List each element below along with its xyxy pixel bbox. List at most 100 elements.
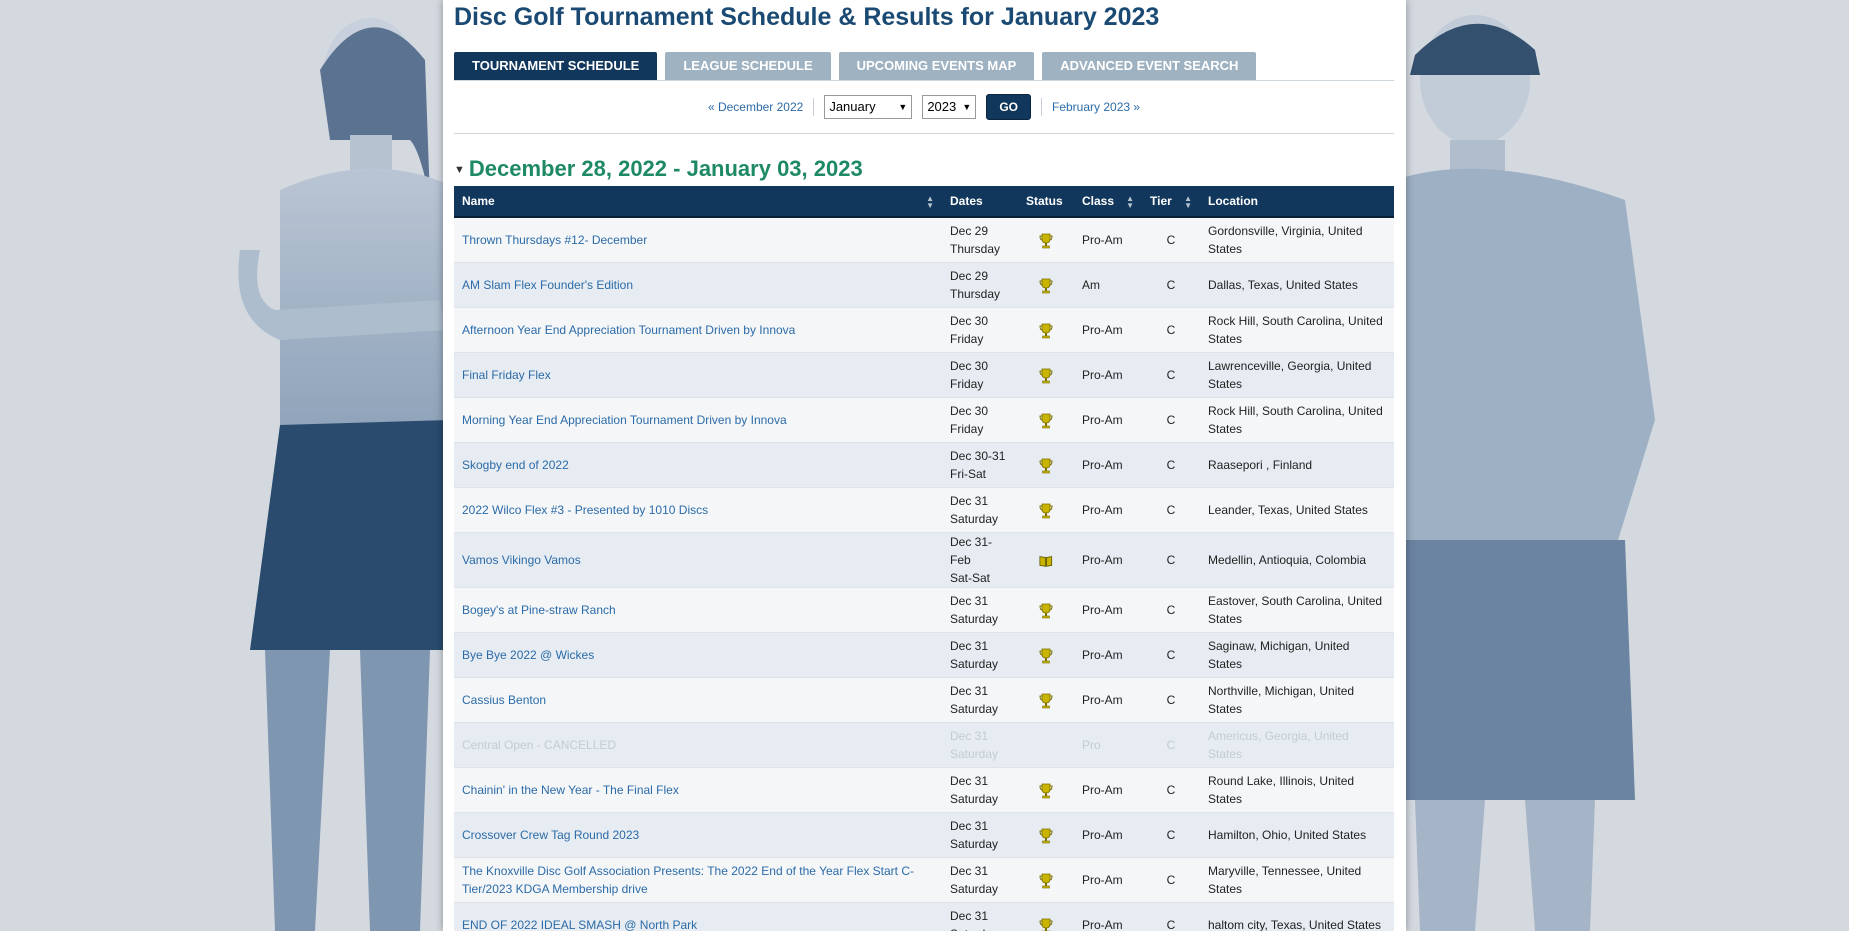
event-day: Sat-Sat	[950, 571, 991, 585]
divider	[1041, 98, 1042, 116]
event-date: Dec 31	[950, 909, 989, 923]
sort-icon[interactable]: ▲ ▼	[1184, 194, 1192, 209]
event-location-cell: Gordonsville, Virginia, United States	[1200, 217, 1394, 263]
event-location-cell: Leander, Texas, United States	[1200, 487, 1394, 533]
event-link[interactable]: Afternoon Year End Appreciation Tourname…	[462, 323, 795, 337]
event-link[interactable]: END OF 2022 IDEAL SMASH @ North Park	[462, 918, 697, 931]
chevron-down-icon: ▼	[898, 102, 908, 112]
event-status-cell	[1018, 677, 1074, 723]
tab-advanced-event-search[interactable]: ADVANCED EVENT SEARCH	[1042, 52, 1257, 80]
event-tier-cell: C	[1142, 632, 1200, 678]
event-day: Saturday	[950, 657, 999, 671]
event-location-cell: Round Lake, Illinois, United States	[1200, 767, 1394, 813]
column-header-class[interactable]: Class ▲ ▼	[1074, 186, 1142, 218]
table-row: Skogby end of 2022 Dec 30-31 Fri-Sat Pro-Am…	[454, 442, 1394, 488]
event-link[interactable]: Thrown Thursdays #12- December	[462, 233, 647, 247]
table-row: Crossover Crew Tag Round 2023 Dec 31 Satur…	[454, 812, 1394, 858]
event-name-cell: Cassius Benton	[454, 677, 942, 723]
event-link[interactable]: Vamos Vikingo Vamos	[462, 553, 581, 567]
week-heading[interactable]: ▼ December 28, 2022 - January 03, 2023	[454, 156, 1394, 182]
event-dates-cell: Dec 31 Saturday	[942, 632, 1018, 678]
trophy-icon	[1039, 783, 1053, 799]
event-location-cell: Lawrenceville, Georgia, United States	[1200, 352, 1394, 398]
event-name-cell: Crossover Crew Tag Round 2023	[454, 812, 942, 858]
collapse-triangle-icon[interactable]: ▼	[454, 164, 465, 176]
events-table-body: Thrown Thursdays #12- December Dec 29 Thur…	[454, 217, 1394, 931]
event-tier-cell: C	[1142, 487, 1200, 533]
event-link[interactable]: Final Friday Flex	[462, 368, 551, 382]
event-link[interactable]: Skogby end of 2022	[462, 458, 569, 472]
event-location-cell: Raasepori , Finland	[1200, 442, 1394, 488]
event-dates-cell: Dec 30 Friday	[942, 307, 1018, 353]
event-link[interactable]: Central Open	[462, 738, 533, 752]
event-status-cell	[1018, 767, 1074, 813]
event-status-cell	[1018, 902, 1074, 931]
event-location-cell: Maryville, Tennessee, United States	[1200, 857, 1394, 903]
event-tier-cell: C	[1142, 677, 1200, 723]
event-link[interactable]: Bye Bye 2022 @ Wickes	[462, 648, 594, 662]
event-name-cell: Bye Bye 2022 @ Wickes	[454, 632, 942, 678]
event-link[interactable]: Bogey's at Pine-straw Ranch	[462, 603, 616, 617]
event-day: Friday	[950, 332, 984, 346]
event-name-cell: Thrown Thursdays #12- December	[454, 217, 942, 263]
event-class-cell: Pro-Am	[1074, 397, 1142, 443]
event-class-cell: Pro-Am	[1074, 767, 1142, 813]
table-row: Bogey's at Pine-straw Ranch Dec 31 Saturda…	[454, 587, 1394, 633]
table-header-row: Name ▲ ▼ Dates Status Class ▲ ▼ Tier ▲ ▼ Locat…	[454, 186, 1394, 218]
sort-icon[interactable]: ▲ ▼	[926, 194, 934, 209]
go-button[interactable]: GO	[986, 94, 1031, 120]
tab-league-schedule[interactable]: LEAGUE SCHEDULE	[665, 52, 831, 80]
event-location-cell: haltom city, Texas, United States	[1200, 902, 1394, 931]
event-name-cell: Bogey's at Pine-straw Ranch	[454, 587, 942, 633]
table-row: Thrown Thursdays #12- December Dec 29 Thur…	[454, 217, 1394, 263]
column-location-label: Location	[1208, 194, 1258, 208]
event-link[interactable]: Crossover Crew Tag Round 2023	[462, 828, 639, 842]
event-link[interactable]: Chainin' in the New Year - The Final Fle…	[462, 783, 679, 797]
month-navigation: « December 2022 January ▼ 2023 ▼ GO Febr…	[454, 81, 1394, 134]
trophy-icon	[1039, 458, 1053, 474]
previous-month-link[interactable]: « December 2022	[708, 100, 803, 114]
event-day: Saturday	[950, 837, 999, 851]
event-link[interactable]: Morning Year End Appreciation Tournament…	[462, 413, 787, 427]
event-tier-cell: C	[1142, 812, 1200, 858]
trophy-icon	[1039, 278, 1053, 294]
event-dates-cell: Dec 29 Thursday	[942, 262, 1018, 308]
event-dates-cell: Dec 31 Saturday	[942, 587, 1018, 633]
month-select[interactable]: January ▼	[824, 95, 913, 119]
event-day: Friday	[950, 377, 984, 391]
event-name-cell: Skogby end of 2022	[454, 442, 942, 488]
event-status-cell	[1018, 217, 1074, 263]
trophy-icon	[1039, 918, 1053, 931]
next-month-link[interactable]: February 2023 »	[1052, 100, 1140, 114]
year-select-value: 2023	[927, 99, 957, 114]
event-tier-cell: C	[1142, 352, 1200, 398]
column-status-label: Status	[1026, 194, 1063, 208]
tab-upcoming-events-map[interactable]: UPCOMING EVENTS MAP	[838, 52, 1035, 80]
event-name-cell: Afternoon Year End Appreciation Tourname…	[454, 307, 942, 353]
table-row: Central Open - CANCELLED Dec 31 Saturday Pr…	[454, 722, 1394, 768]
tab-tournament-schedule[interactable]: TOURNAMENT SCHEDULE	[454, 52, 658, 80]
event-link[interactable]: 2022 Wilco Flex #3 - Presented by 1010 D…	[462, 503, 708, 517]
event-date: Dec 30	[950, 314, 989, 328]
event-status-cell	[1018, 857, 1074, 903]
column-header-name[interactable]: Name ▲ ▼	[454, 186, 942, 218]
event-date: Dec 30	[950, 359, 989, 373]
event-link[interactable]: Cassius Benton	[462, 693, 546, 707]
event-name-cell: Central Open - CANCELLED	[454, 722, 942, 768]
player-photo-left	[238, 18, 450, 931]
event-link[interactable]: The Knoxville Disc Golf Association Pres…	[462, 864, 914, 896]
year-select[interactable]: 2023 ▼	[922, 95, 977, 119]
trophy-icon	[1039, 233, 1053, 249]
event-status-cell	[1018, 397, 1074, 443]
sort-icon[interactable]: ▲ ▼	[1126, 194, 1134, 209]
trophy-icon	[1039, 503, 1053, 519]
event-date: Dec 29	[950, 224, 989, 238]
column-header-tier[interactable]: Tier ▲ ▼	[1142, 186, 1200, 218]
event-dates-cell: Dec 31 Saturday	[942, 857, 1018, 903]
event-tier-cell: C	[1142, 442, 1200, 488]
page-title: Disc Golf Tournament Schedule & Results …	[454, 3, 1160, 31]
event-class-cell: Pro-Am	[1074, 442, 1142, 488]
event-link[interactable]: AM Slam Flex Founder's Edition	[462, 278, 633, 292]
column-header-dates: Dates	[942, 186, 1018, 218]
event-class-cell: Pro-Am	[1074, 812, 1142, 858]
